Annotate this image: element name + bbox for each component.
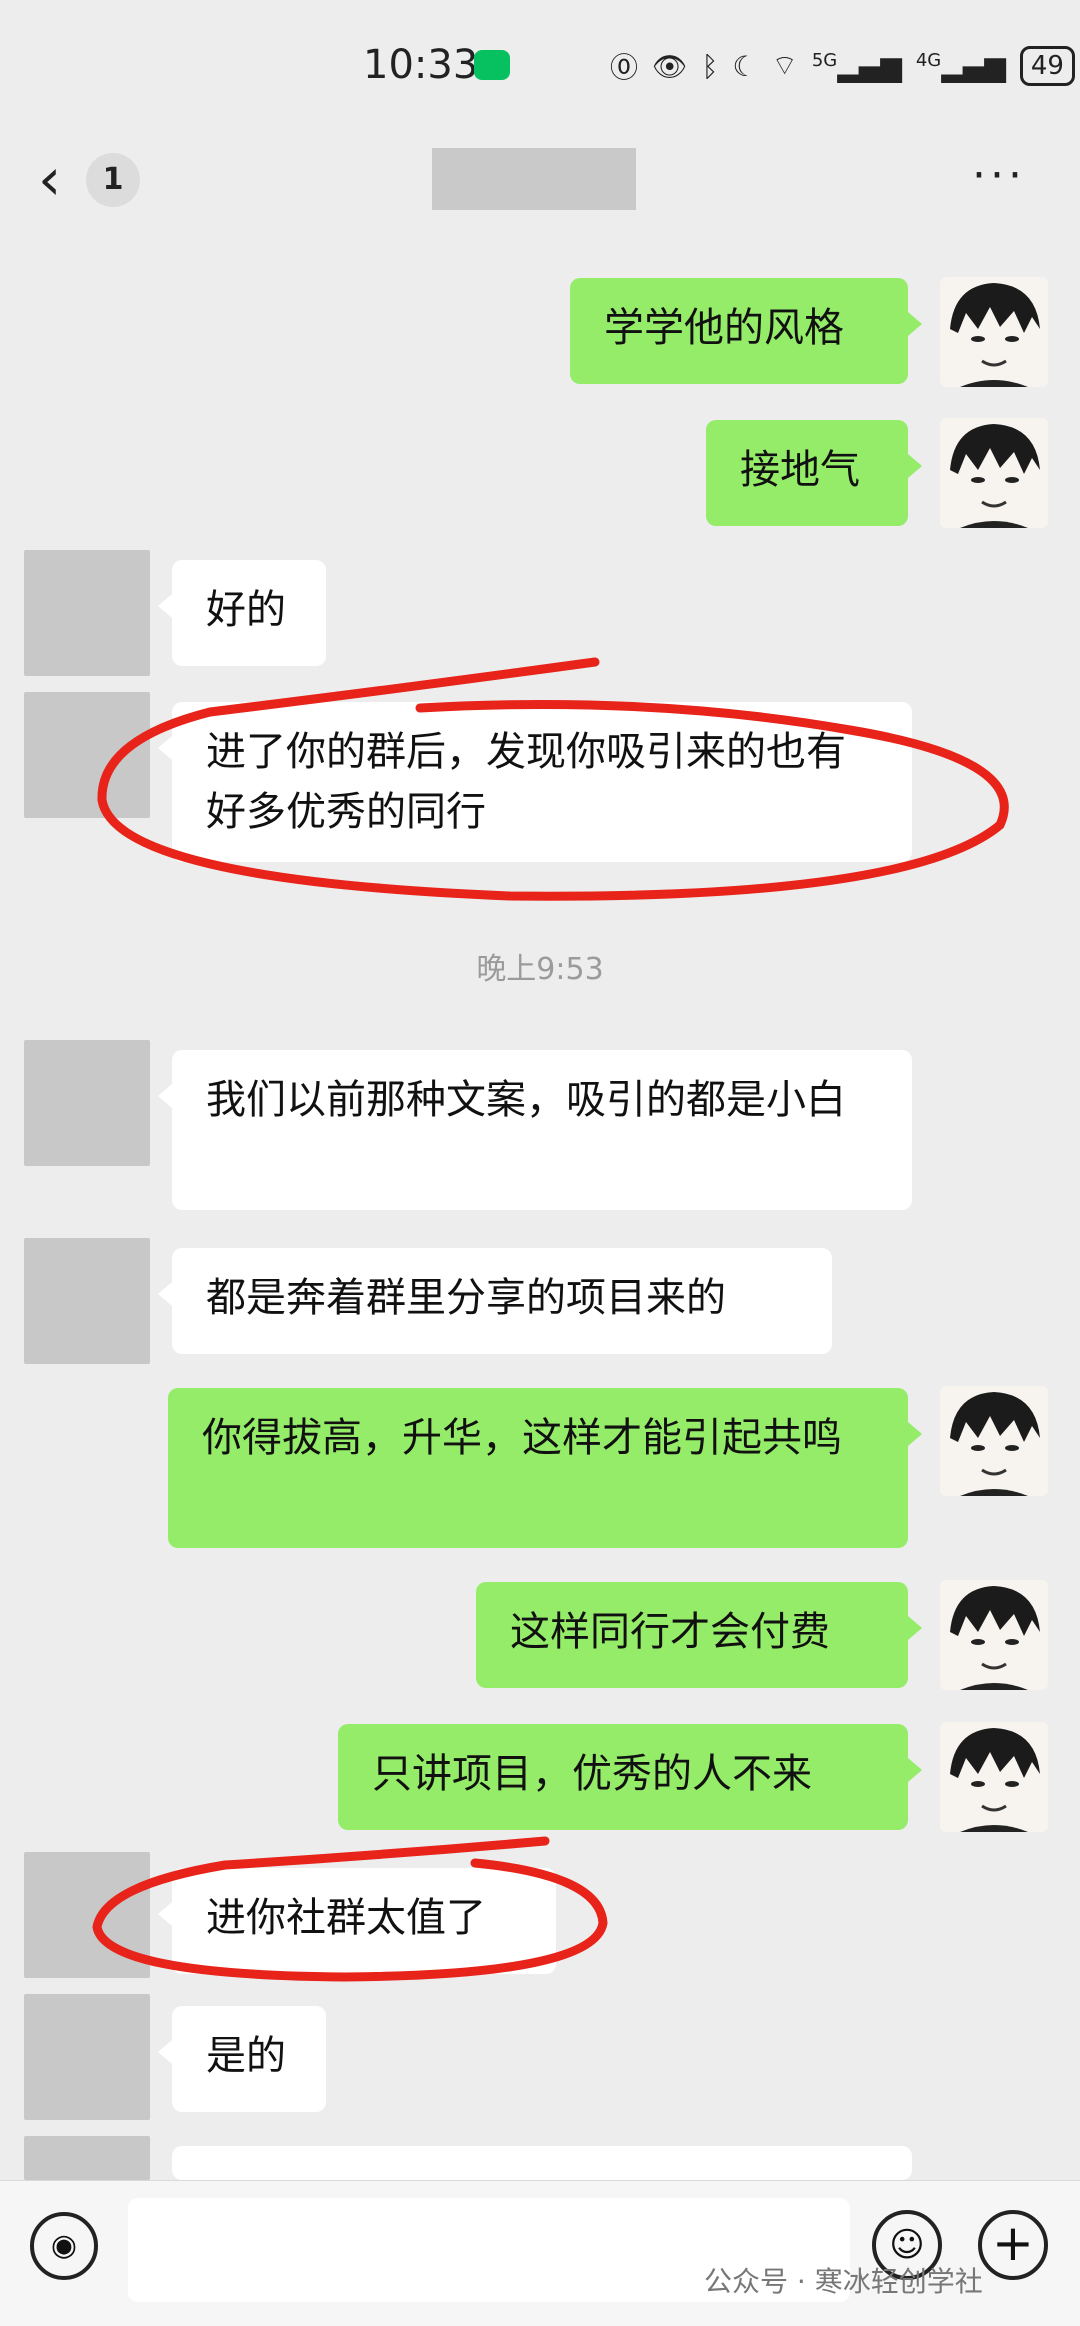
contact-avatar-redacted[interactable] [24, 1994, 150, 2120]
message-bubble-sent[interactable]: 学学他的风格 [570, 278, 922, 384]
contact-avatar-redacted[interactable] [24, 1852, 150, 1978]
contact-avatar-redacted[interactable] [24, 1040, 150, 1166]
watermark-text: 公众号 · 寒冰轻创学社 [704, 2265, 983, 2298]
message-bubble-received[interactable]: 进你社群太值了 [158, 1868, 556, 1974]
wechat-notification-icon [474, 50, 510, 80]
message-bubble-received[interactable]: 我们以前那种文案，吸引的都是小白 [158, 1050, 912, 1210]
nfc-icon: ⓪ [610, 51, 639, 84]
my-avatar[interactable] [940, 1580, 1048, 1690]
battery-indicator: 49 [1019, 46, 1075, 86]
message-bubble-sent[interactable]: 你得拔高，升华，这样才能引起共鸣 [168, 1388, 922, 1548]
my-avatar[interactable] [940, 1386, 1048, 1496]
message-bubble-sent[interactable]: 这样同行才会付费 [476, 1582, 922, 1688]
wifi-icon: ⌔ [771, 48, 798, 82]
bluetooth-icon: ᛒ [701, 49, 719, 83]
contact-avatar-redacted[interactable] [24, 1238, 150, 1364]
message-bubble-received[interactable]: 好的 [158, 560, 326, 666]
my-avatar[interactable] [940, 277, 1048, 387]
message-bubble-received[interactable] [158, 2146, 912, 2204]
message-bubble-sent[interactable]: 只讲项目，优秀的人不来 [338, 1724, 922, 1830]
moon-icon: ☾ [732, 49, 758, 83]
contact-avatar-redacted[interactable] [24, 692, 150, 818]
clock: 10:33 [363, 42, 479, 88]
message-bubble-sent[interactable]: 接地气 [706, 420, 922, 526]
message-bubble-received[interactable]: 都是奔着群里分享的项目来的 [158, 1248, 832, 1354]
4g-signal-icon: 4G▂▄▆ [915, 49, 1006, 83]
status-icons: ⓪ 👁 ᛒ ☾ ⌔ 5G▂▄▆ 4G▂▄▆ 49 [610, 44, 1075, 88]
unread-count-badge[interactable]: 1 [86, 153, 140, 207]
chat-title-redacted [432, 148, 636, 210]
contact-avatar-redacted[interactable] [24, 550, 150, 676]
message-bubble-received[interactable]: 是的 [158, 2006, 326, 2112]
voice-input-icon[interactable]: ◉ [30, 2212, 98, 2280]
eye-icon: 👁 [652, 49, 688, 83]
back-icon[interactable]: ‹ [38, 150, 61, 208]
my-avatar[interactable] [940, 418, 1048, 528]
more-actions-plus-icon[interactable]: + [978, 2210, 1048, 2280]
message-bubble-received[interactable]: 进了你的群后，发现你吸引来的也有好多优秀的同行 [158, 702, 912, 862]
more-options-icon[interactable]: ··· [972, 150, 1026, 201]
status-bar: 10:33 ⓪ 👁 ᛒ ☾ ⌔ 5G▂▄▆ 4G▂▄▆ 49 [0, 0, 1080, 130]
contact-avatar-redacted[interactable] [24, 2136, 150, 2180]
my-avatar[interactable] [940, 1722, 1048, 1832]
chat-timestamp: 晚上9:53 [476, 952, 604, 987]
5g-signal-icon: 5G▂▄▆ [811, 49, 902, 83]
